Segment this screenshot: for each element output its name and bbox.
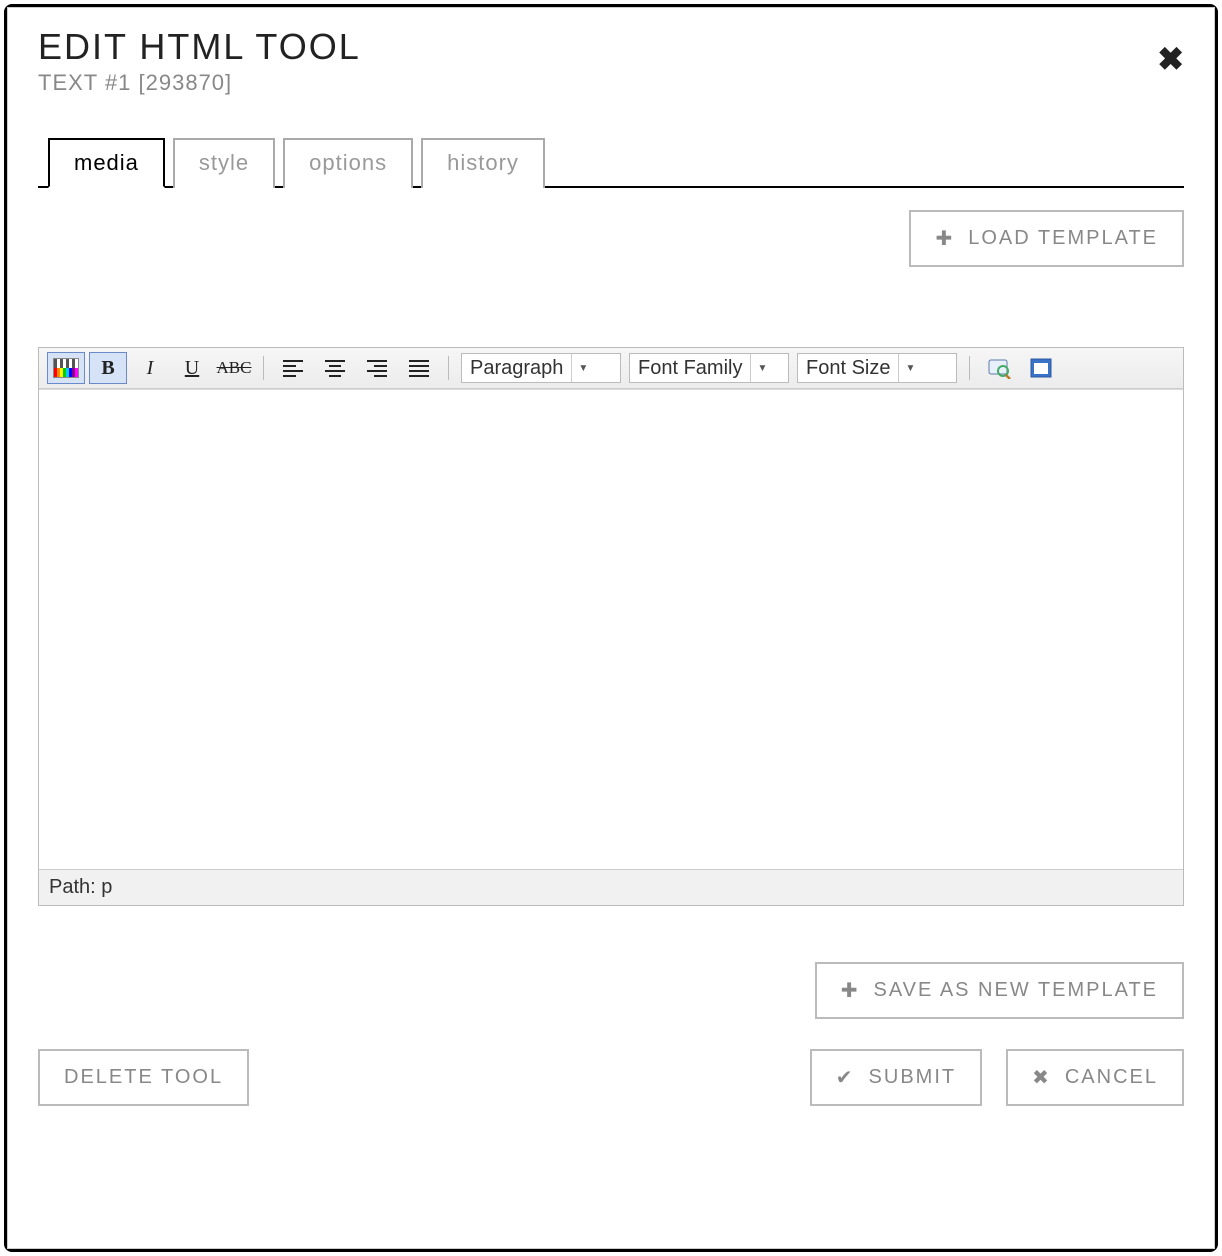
tab-media[interactable]: media [48,138,165,188]
paragraph-format-select[interactable]: Paragraph ▼ [461,353,621,383]
paragraph-format-value: Paragraph [470,357,563,380]
preview-icon [987,357,1011,379]
align-center-icon [324,359,346,377]
dialog-header-text: EDIT HTML TOOL TEXT #1 [293870] [38,26,361,96]
cancel-button[interactable]: ✖ CANCEL [1006,1049,1184,1106]
plus-icon: ✚ [841,978,860,1003]
save-as-new-template-button[interactable]: ✚ SAVE AS NEW TEMPLATE [815,962,1184,1019]
align-justify-icon [408,359,430,377]
rich-text-editor: B I U ABC [38,347,1184,906]
submit-label: SUBMIT [869,1066,957,1089]
toolbar-group-view [978,352,1062,384]
align-right-button[interactable] [358,352,396,384]
strikethrough-icon: ABC [217,358,252,378]
toolbar-group-align [272,352,440,384]
load-template-button[interactable]: ✚ LOAD TEMPLATE [909,210,1184,267]
path-value[interactable]: p [101,876,112,898]
editor-toolbar: B I U ABC [39,348,1183,389]
strikethrough-button[interactable]: ABC [215,352,253,384]
bottom-right-group: ✔ SUBMIT ✖ CANCEL [810,1049,1184,1106]
bold-button[interactable]: B [89,352,127,384]
italic-icon: I [147,357,154,380]
italic-button[interactable]: I [131,352,169,384]
tab-history[interactable]: history [421,138,545,188]
bottom-actions-1: ✚ SAVE AS NEW TEMPLATE [38,962,1184,1019]
editor-content-area[interactable] [39,389,1183,869]
dialog-header: EDIT HTML TOOL TEXT #1 [293870] ✖ [38,26,1184,96]
align-center-button[interactable] [316,352,354,384]
dialog-subtitle: TEXT #1 [293870] [38,70,361,96]
submit-button[interactable]: ✔ SUBMIT [810,1049,982,1106]
cancel-label: CANCEL [1065,1066,1158,1089]
toolbar-separator [969,356,970,380]
palette-icon [53,358,79,378]
bold-icon: B [101,357,114,380]
align-left-button[interactable] [274,352,312,384]
dialog-inner: EDIT HTML TOOL TEXT #1 [293870] ✖ media … [7,7,1215,1249]
dialog-window: EDIT HTML TOOL TEXT #1 [293870] ✖ media … [4,4,1218,1252]
delete-tool-label: DELETE TOOL [64,1066,223,1089]
load-template-label: LOAD TEMPLATE [968,227,1158,250]
tab-style[interactable]: style [173,138,275,188]
align-left-icon [282,359,304,377]
font-size-select[interactable]: Font Size ▼ [797,353,957,383]
tabs: media style options history [38,136,1184,188]
toolbar-separator [263,356,264,380]
dialog-title: EDIT HTML TOOL [38,26,361,68]
align-right-icon [366,359,388,377]
fullscreen-button[interactable] [1022,352,1060,384]
font-family-select[interactable]: Font Family ▼ [629,353,789,383]
save-as-new-template-label: SAVE AS NEW TEMPLATE [873,979,1158,1002]
preview-button[interactable] [980,352,1018,384]
tab-options[interactable]: options [283,138,413,188]
chevron-down-icon: ▼ [750,354,767,382]
toolbar-group-1: B I U ABC [45,352,255,384]
close-icon: ✖ [1032,1065,1051,1090]
plus-icon: ✚ [935,226,954,251]
fullscreen-icon [1030,358,1052,378]
align-justify-button[interactable] [400,352,438,384]
toolbar-separator [448,356,449,380]
chevron-down-icon: ▼ [898,354,915,382]
bottom-actions-2: DELETE TOOL ✔ SUBMIT ✖ CANCEL [38,1049,1184,1106]
color-palette-button[interactable] [47,352,85,384]
underline-icon: U [185,357,199,380]
path-label: Path: [49,876,96,898]
delete-tool-button[interactable]: DELETE TOOL [38,1049,249,1106]
chevron-down-icon: ▼ [571,354,588,382]
underline-button[interactable]: U [173,352,211,384]
close-icon[interactable]: ✖ [1157,40,1184,78]
check-icon: ✔ [836,1065,855,1090]
font-family-value: Font Family [638,357,742,380]
top-actions: ✚ LOAD TEMPLATE [38,210,1184,267]
editor-status-bar: Path: p [39,869,1183,905]
font-size-value: Font Size [806,357,890,380]
